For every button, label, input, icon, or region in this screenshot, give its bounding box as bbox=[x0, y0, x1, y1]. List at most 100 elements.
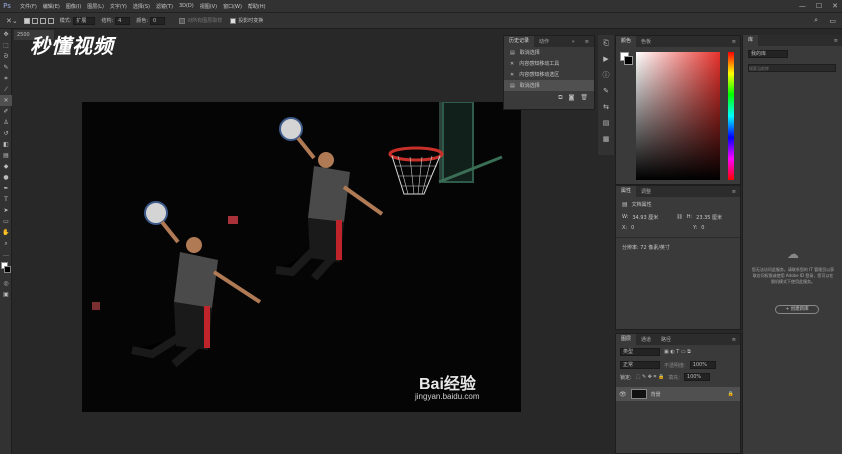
tab-swatches[interactable]: 色板 bbox=[636, 38, 656, 45]
menu-image[interactable]: 图像(I) bbox=[66, 3, 81, 10]
trash-icon[interactable]: 🗑 bbox=[580, 94, 588, 102]
brush-tool-icon[interactable]: ✐ bbox=[0, 106, 12, 117]
stamp-tool-icon[interactable]: ♙ bbox=[0, 117, 12, 128]
menu-type[interactable]: 文字(Y) bbox=[110, 3, 127, 10]
zoom-tool-icon[interactable]: ⌕ bbox=[0, 238, 12, 249]
panel-menu-icon[interactable]: ≡ bbox=[727, 39, 740, 45]
dodge-tool-icon[interactable]: ● bbox=[0, 172, 12, 183]
paragraph-icon[interactable]: ▤ bbox=[598, 115, 614, 131]
layer-name[interactable]: 背景 bbox=[651, 391, 661, 398]
layer-kind-filter[interactable]: 类型 bbox=[620, 348, 660, 356]
quick-select-tool-icon[interactable]: ✎ bbox=[0, 62, 12, 73]
info-icon[interactable]: ⓘ bbox=[598, 67, 614, 83]
structure-select[interactable]: 4 bbox=[115, 16, 131, 25]
tab-color[interactable]: 颜色 bbox=[616, 36, 637, 47]
create-library-button[interactable]: + 创建新库 bbox=[775, 305, 819, 314]
library-dropdown[interactable]: 我的库 bbox=[748, 50, 788, 58]
history-item[interactable]: ✕ 内容感知移动选区 bbox=[504, 69, 594, 80]
snapshot-icon[interactable]: ◙ bbox=[569, 94, 575, 102]
menu-edit[interactable]: 编辑(E) bbox=[43, 3, 60, 10]
document-canvas[interactable]: Bai经验 jingyan.baidu.com bbox=[82, 102, 521, 412]
menu-help[interactable]: 帮助(H) bbox=[248, 3, 266, 10]
shape-tool-icon[interactable]: ▭ bbox=[0, 216, 12, 227]
opacity-input[interactable]: 100% bbox=[689, 361, 716, 369]
link-icon[interactable]: ⛓ bbox=[676, 214, 682, 221]
more-tools-icon[interactable]: … bbox=[0, 249, 12, 260]
screen-mode-icon[interactable]: ▣ bbox=[0, 289, 12, 300]
content-aware-move-icon: ✕ bbox=[510, 60, 515, 67]
tab-history[interactable]: 历史记录 bbox=[504, 36, 535, 47]
eyedropper-tool-icon[interactable]: ⁄ bbox=[0, 84, 12, 95]
panel-menu-icon[interactable]: ≡ bbox=[829, 38, 842, 44]
tab-paths[interactable]: 路径 bbox=[656, 336, 676, 343]
filter-icons[interactable]: ▣ ◐ T ▭ ⧉ bbox=[664, 349, 691, 355]
color-select[interactable]: 0 bbox=[150, 16, 166, 25]
height-value[interactable]: 23.35 厘米 bbox=[696, 214, 722, 221]
tab-actions[interactable]: 动作 bbox=[534, 38, 554, 45]
collapse-icon[interactable]: » bbox=[567, 39, 580, 45]
tab-libraries[interactable]: 库 bbox=[743, 35, 759, 46]
menu-filter[interactable]: 滤镜(T) bbox=[156, 3, 173, 10]
close-icon[interactable]: ✕ bbox=[832, 2, 838, 10]
transform-on-drop-checkbox[interactable] bbox=[230, 17, 237, 24]
play-icon[interactable]: ▶ bbox=[598, 51, 614, 67]
hand-tool-icon[interactable]: ✋ bbox=[0, 227, 12, 238]
brush-settings-icon[interactable]: ✎ bbox=[598, 83, 614, 99]
character-icon[interactable]: ▦ bbox=[598, 131, 614, 147]
menu-layer[interactable]: 图层(L) bbox=[87, 3, 104, 10]
eraser-tool-icon[interactable]: ◧ bbox=[0, 139, 12, 150]
selection-mode-icons[interactable] bbox=[23, 17, 54, 24]
panel-menu-icon[interactable]: ≡ bbox=[727, 337, 740, 343]
menu-window[interactable]: 窗口(W) bbox=[223, 3, 242, 10]
tool-preset-icon[interactable]: ✕⌄ bbox=[6, 17, 18, 25]
maximize-icon[interactable]: ☐ bbox=[816, 2, 822, 10]
sample-all-layers-checkbox[interactable] bbox=[179, 17, 186, 24]
history-brush-tool-icon[interactable]: ↺ bbox=[0, 128, 12, 139]
y-value[interactable]: 0 bbox=[701, 225, 704, 231]
history-item-label: 内容感知移动工具 bbox=[519, 61, 560, 67]
library-search-input[interactable] bbox=[748, 64, 836, 72]
quick-mask-icon[interactable]: ◎ bbox=[0, 278, 12, 289]
path-select-tool-icon[interactable]: ➤ bbox=[0, 205, 12, 216]
tab-adjustments[interactable]: 调整 bbox=[636, 188, 656, 195]
eye-icon[interactable]: 👁 bbox=[619, 391, 627, 398]
adjust-icon[interactable]: ⇆ bbox=[598, 99, 614, 115]
menu-select[interactable]: 选择(S) bbox=[133, 3, 150, 10]
color-swatches-icon[interactable] bbox=[0, 260, 12, 278]
healing-tool-icon[interactable]: ✕ bbox=[0, 95, 12, 106]
tab-properties[interactable]: 属性 bbox=[616, 186, 637, 197]
history-panel-icon[interactable]: ⎗ bbox=[598, 35, 614, 51]
mode-select[interactable]: 扩展 bbox=[73, 16, 96, 25]
tab-channels[interactable]: 通道 bbox=[636, 336, 656, 343]
type-tool-icon[interactable]: T bbox=[0, 194, 12, 205]
workspace-icon[interactable]: ▭ bbox=[829, 17, 836, 25]
history-item[interactable]: ▤ 取消选择 bbox=[504, 47, 594, 58]
blur-tool-icon[interactable]: ◆ bbox=[0, 161, 12, 172]
background-swatch[interactable] bbox=[624, 56, 633, 65]
minimize-icon[interactable]: — bbox=[799, 2, 806, 10]
hue-slider[interactable] bbox=[728, 52, 734, 180]
marquee-tool-icon[interactable]: ⬚ bbox=[0, 40, 12, 51]
menu-file[interactable]: 文件(F) bbox=[20, 3, 37, 10]
crop-tool-icon[interactable]: ⌗ bbox=[0, 73, 12, 84]
panel-menu-icon[interactable]: ≡ bbox=[580, 39, 594, 45]
lasso-tool-icon[interactable]: ᘐ bbox=[0, 51, 12, 62]
layer-row[interactable]: 👁 背景 🔒 bbox=[616, 387, 740, 401]
history-item[interactable]: ▤ 取消选择 bbox=[504, 80, 594, 91]
move-tool-icon[interactable]: ✥ bbox=[0, 29, 12, 40]
tab-layers[interactable]: 图层 bbox=[616, 334, 637, 345]
new-document-from-state-icon[interactable]: ⧉ bbox=[558, 94, 562, 102]
x-value[interactable]: 0 bbox=[631, 225, 689, 231]
search-icon[interactable]: ⌕ bbox=[814, 16, 818, 25]
panel-menu-icon[interactable]: ≡ bbox=[727, 189, 740, 195]
gradient-tool-icon[interactable]: ▤ bbox=[0, 150, 12, 161]
menu-view[interactable]: 视图(V) bbox=[200, 3, 217, 10]
color-field[interactable] bbox=[636, 52, 720, 180]
blend-mode-select[interactable]: 正常 bbox=[620, 361, 660, 369]
menu-3d[interactable]: 3D(D) bbox=[179, 3, 194, 9]
width-value[interactable]: 34.93 厘米 bbox=[632, 214, 672, 221]
history-item[interactable]: ✕ 内容感知移动工具 bbox=[504, 58, 594, 69]
pen-tool-icon[interactable]: ✒ bbox=[0, 183, 12, 194]
fill-input[interactable]: 100% bbox=[683, 373, 711, 381]
lock-icons[interactable]: ⬚ ✎ ✥ ⌗ 🔒 bbox=[636, 374, 665, 380]
